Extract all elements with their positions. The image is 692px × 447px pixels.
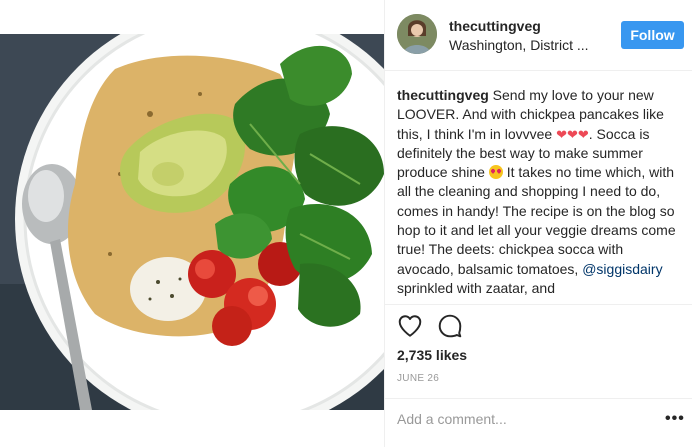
like-button[interactable] xyxy=(397,313,423,339)
avatar-image-icon xyxy=(397,14,437,54)
comment-divider xyxy=(385,398,692,399)
red-hearts-emoji-icon: ❤❤❤ xyxy=(556,126,589,142)
avatar[interactable] xyxy=(397,14,437,54)
heart-outline-icon xyxy=(398,315,422,337)
heart-eyes-emoji-icon xyxy=(488,165,503,180)
post-photo[interactable] xyxy=(0,34,384,410)
comment-button[interactable] xyxy=(437,313,463,339)
post-media-column xyxy=(0,0,384,447)
caption-text-part4: sprinkled with zaatar, and xyxy=(397,279,555,296)
post-header: thecuttingveg Washington, District ... F… xyxy=(385,0,692,71)
actions-divider xyxy=(385,304,692,305)
post-caption: thecuttingveg Send my love to your new L… xyxy=(397,86,683,304)
post-date: JUNE 26 xyxy=(397,373,440,384)
follow-button[interactable]: Follow xyxy=(621,21,684,49)
speech-bubble-icon xyxy=(438,314,462,338)
food-photo-illustration xyxy=(0,34,384,410)
comment-input[interactable] xyxy=(397,408,647,430)
more-options-button[interactable]: ••• xyxy=(665,410,685,428)
caption-username[interactable]: thecuttingveg xyxy=(397,87,489,103)
caption-mention-link[interactable]: @siggisdairy xyxy=(582,261,662,277)
post-sidebar: thecuttingveg Washington, District ... F… xyxy=(385,0,692,447)
like-count[interactable]: 2,735 likes xyxy=(397,347,467,363)
post-location[interactable]: Washington, District ... xyxy=(449,37,589,53)
post-author-username[interactable]: thecuttingveg xyxy=(449,18,541,34)
